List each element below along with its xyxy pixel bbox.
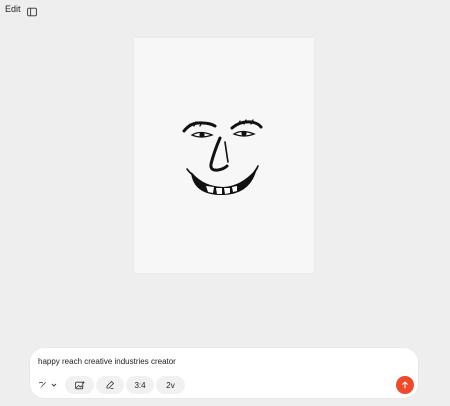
smiley-face-drawing bbox=[182, 119, 263, 196]
chevron-down-icon bbox=[51, 382, 57, 388]
aspect-ratio-button[interactable]: 3:4 bbox=[126, 376, 154, 394]
add-image-button[interactable] bbox=[65, 376, 94, 394]
prompt-input[interactable]: happy reach creative industries creator bbox=[38, 357, 176, 366]
send-button[interactable] bbox=[396, 376, 414, 394]
prompt-composer: happy reach creative industries creator bbox=[30, 348, 418, 398]
generated-image[interactable] bbox=[134, 38, 314, 273]
image-add-icon bbox=[74, 380, 85, 390]
style-selector[interactable] bbox=[34, 376, 60, 394]
draw-button[interactable] bbox=[96, 376, 124, 394]
arrow-up-icon bbox=[401, 376, 409, 394]
brush-icon bbox=[105, 380, 115, 390]
sidebar-panel-icon[interactable] bbox=[27, 4, 37, 17]
edit-button[interactable]: Edit bbox=[5, 4, 21, 14]
variants-button[interactable]: 2v bbox=[156, 376, 185, 394]
pen-nib-icon bbox=[38, 381, 47, 390]
top-bar: Edit bbox=[0, 0, 450, 18]
